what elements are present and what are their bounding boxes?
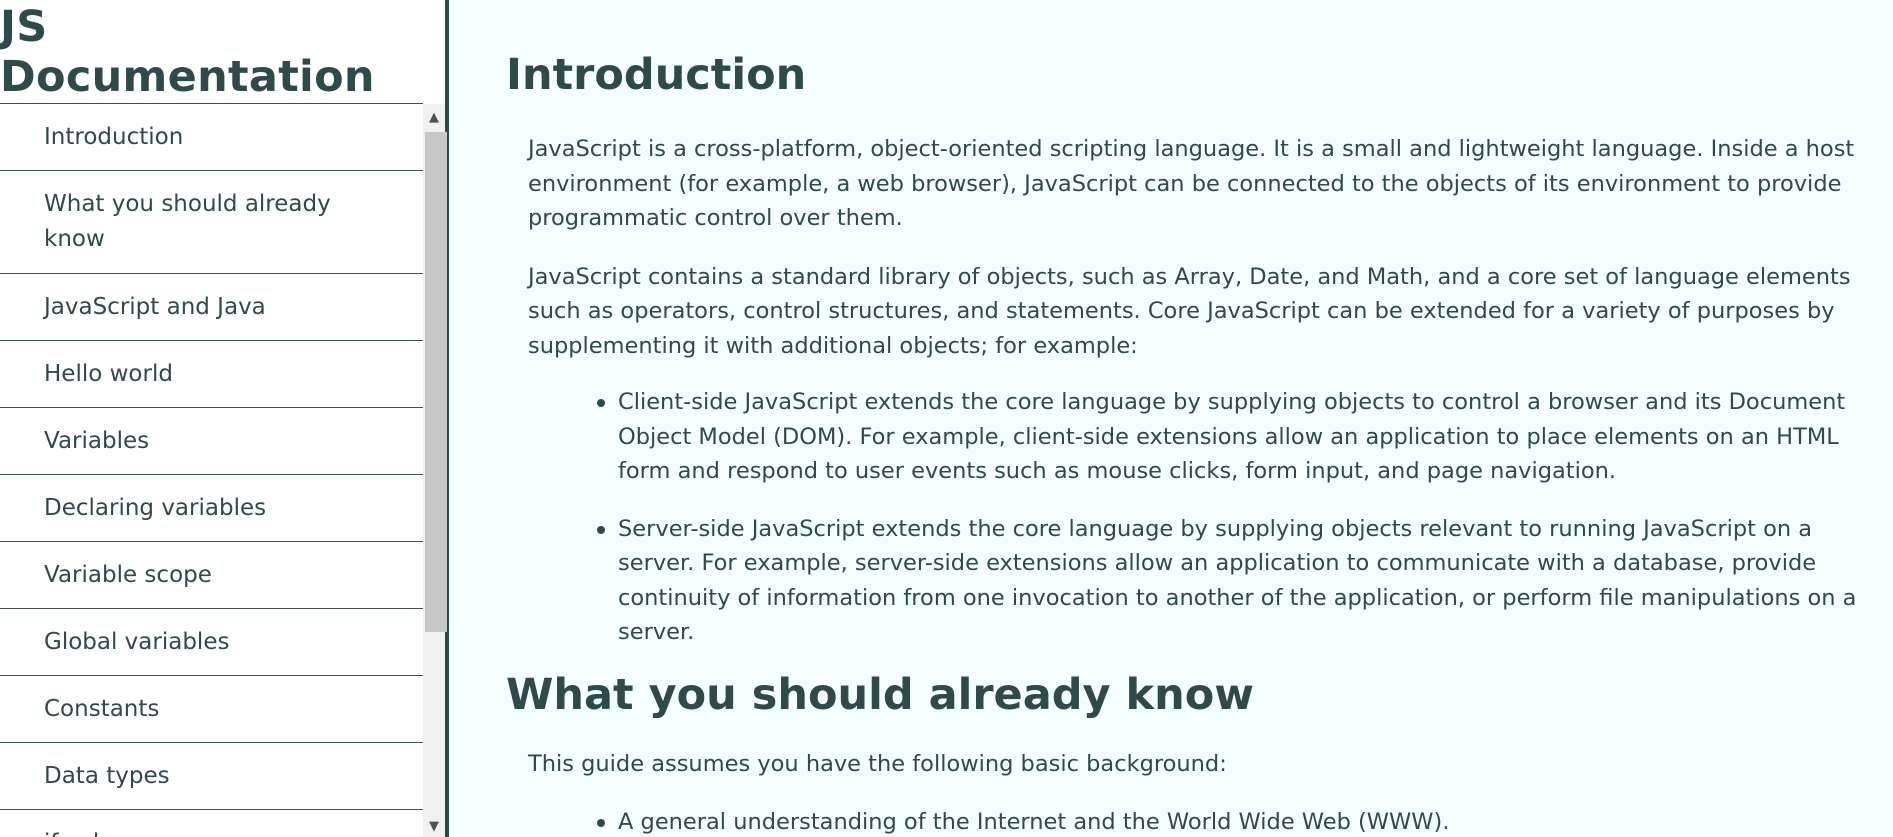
nav-link-variable-scope[interactable]: Variable scope bbox=[0, 542, 423, 609]
sidebar-scrollbar[interactable]: ▲ ▼ bbox=[423, 104, 447, 837]
paragraph: JavaScript is a cross-platform, object-o… bbox=[528, 136, 1855, 231]
nav-list: Introduction What you should already kno… bbox=[0, 104, 423, 837]
nav-list-viewport: Introduction What you should already kno… bbox=[0, 104, 423, 837]
nav-link-label: Data types bbox=[44, 762, 170, 789]
scroll-down-arrow-icon[interactable]: ▼ bbox=[423, 815, 445, 837]
nav-link-label: What you should already know bbox=[44, 191, 331, 252]
nav-link-label: Variable scope bbox=[44, 561, 212, 588]
scrollbar-thumb[interactable] bbox=[425, 132, 447, 632]
bullet-list: A general understanding of the Internet … bbox=[506, 805, 1878, 837]
list-item: Client-side JavaScript extends the core … bbox=[597, 385, 1878, 489]
section-introduction: Introduction JavaScript is a cross-platf… bbox=[506, 0, 1893, 650]
nav-link-global-variables[interactable]: Global variables bbox=[0, 609, 423, 676]
nav-link-constants[interactable]: Constants bbox=[0, 676, 423, 743]
nav-link-label: Hello world bbox=[44, 360, 173, 387]
nav-link-label: Introduction bbox=[44, 123, 184, 150]
nav-link-variables[interactable]: Variables bbox=[0, 408, 423, 475]
section-heading: Introduction bbox=[506, 50, 807, 100]
nav-link-label: Constants bbox=[44, 695, 160, 722]
nav-link-hello-world[interactable]: Hello world bbox=[0, 341, 423, 408]
nav-link-what-you-should-already-know[interactable]: What you should already know bbox=[0, 171, 423, 274]
nav-link-javascript-and-java[interactable]: JavaScript and Java bbox=[0, 274, 423, 341]
scroll-up-arrow-icon[interactable]: ▲ bbox=[423, 106, 445, 128]
nav-link-label: Variables bbox=[44, 427, 150, 454]
nav-link-label: if...else bbox=[44, 826, 344, 837]
nav-link-declaring-variables[interactable]: Declaring variables bbox=[0, 475, 423, 542]
sidebar-header: JS Documentation bbox=[0, 0, 423, 104]
nav-link-label: JavaScript and Java bbox=[44, 293, 266, 320]
list-item: Server-side JavaScript extends the core … bbox=[597, 512, 1878, 650]
section-heading: What you should already know bbox=[506, 669, 1254, 720]
nav-link-if-else[interactable]: if...else bbox=[0, 810, 423, 837]
section-what-you-should-already-know: What you should already know This guide … bbox=[506, 665, 1893, 837]
nav-link-introduction[interactable]: Introduction bbox=[0, 104, 423, 171]
paragraph: JavaScript contains a standard library o… bbox=[528, 263, 1851, 359]
nav-link-label: Declaring variables bbox=[44, 494, 267, 521]
sidebar-title: JS Documentation bbox=[0, 1, 375, 102]
list-item: A general understanding of the Internet … bbox=[597, 805, 1878, 837]
nav-link-label: Global variables bbox=[44, 628, 230, 655]
app-root: JS Documentation Introduction What you s… bbox=[0, 0, 1893, 837]
sidebar-nav: JS Documentation Introduction What you s… bbox=[0, 0, 449, 837]
bullet-list: Client-side JavaScript extends the core … bbox=[506, 385, 1878, 650]
main-doc: Introduction JavaScript is a cross-platf… bbox=[449, 0, 1893, 837]
nav-link-data-types[interactable]: Data types bbox=[0, 743, 423, 810]
paragraph: This guide assumes you have the followin… bbox=[528, 750, 1227, 777]
